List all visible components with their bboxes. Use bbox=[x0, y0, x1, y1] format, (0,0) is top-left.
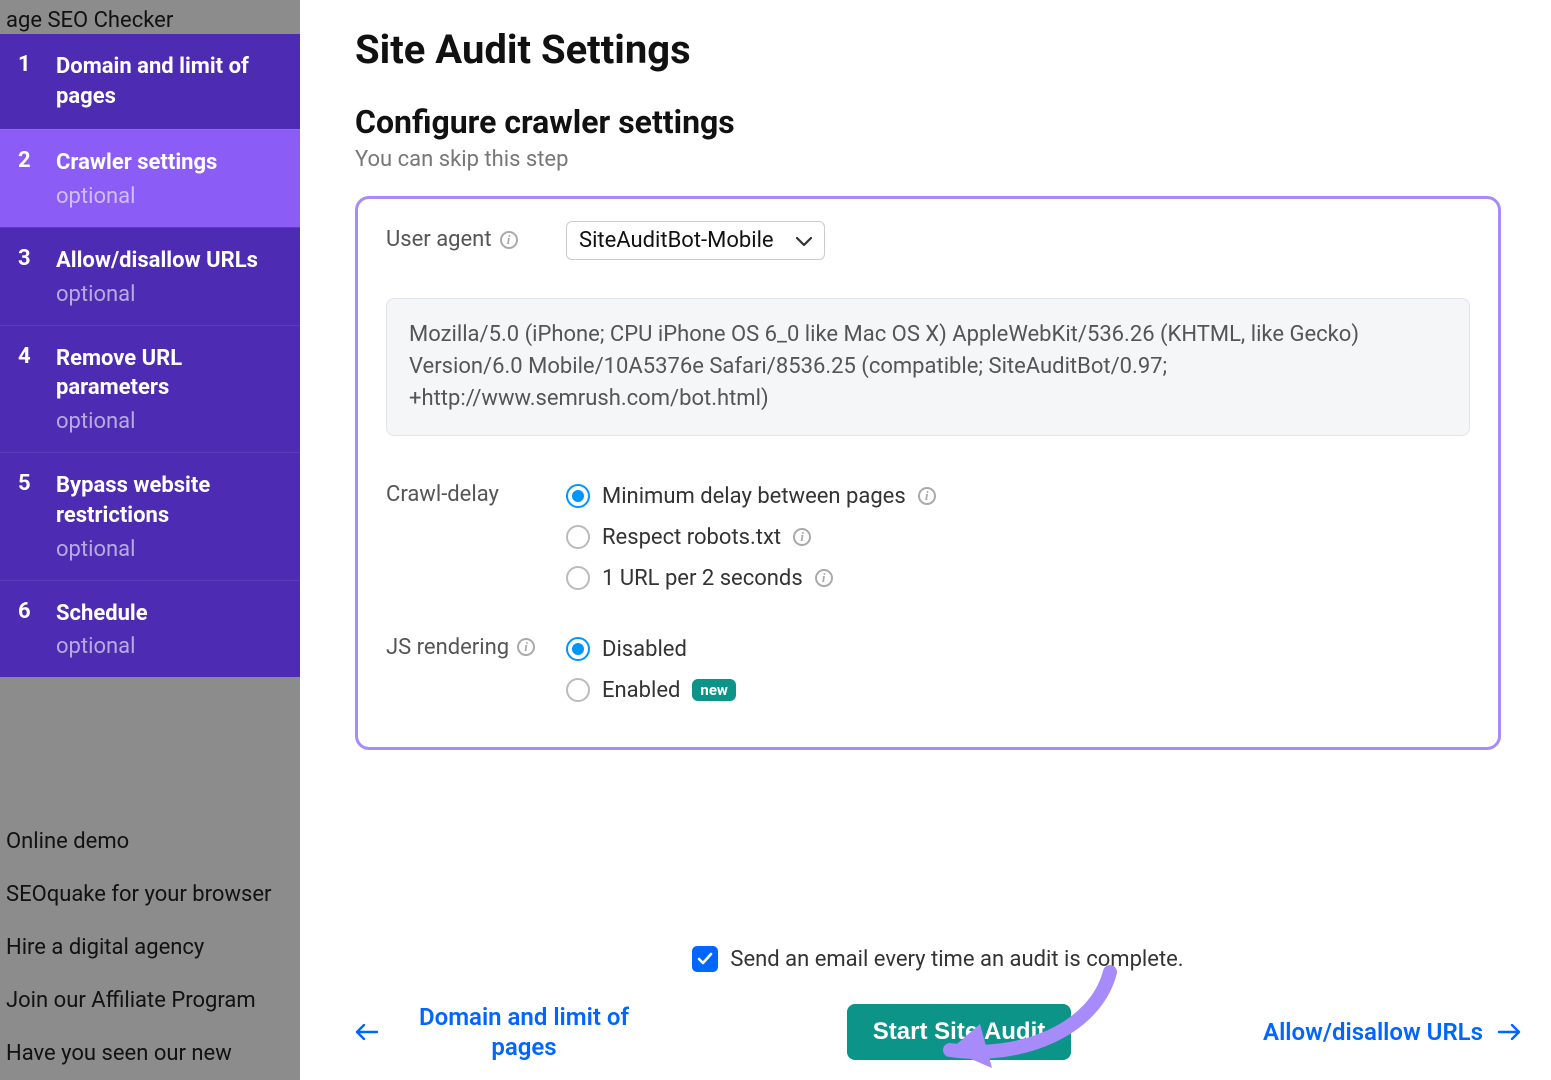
section-subtitle: You can skip this step bbox=[355, 147, 1531, 172]
radio-icon bbox=[566, 566, 590, 590]
radio-icon bbox=[566, 484, 590, 508]
step-title: Remove URL parameters bbox=[56, 344, 284, 403]
email-label: Send an email every time an audit is com… bbox=[730, 947, 1183, 972]
crawler-settings-card: User agent i SiteAuditBot-Mobile Mozilla… bbox=[355, 196, 1501, 750]
step-number: 6 bbox=[18, 599, 56, 660]
radio-icon bbox=[566, 525, 590, 549]
crawl-delay-option-minimum[interactable]: Minimum delay between pages i bbox=[566, 476, 1470, 517]
chevron-down-icon bbox=[796, 228, 812, 253]
step-title: Schedule bbox=[56, 599, 284, 629]
radio-label: 1 URL per 2 seconds bbox=[602, 566, 803, 591]
step-remove-url-params[interactable]: 4 Remove URL parameters optional bbox=[0, 325, 300, 452]
next-label: Allow/disallow URLs bbox=[1263, 1017, 1483, 1047]
main-panel: Site Audit Settings Configure crawler se… bbox=[300, 0, 1551, 1080]
arrow-left-icon bbox=[355, 1018, 379, 1046]
step-title: Bypass website restrictions bbox=[56, 471, 284, 530]
radio-label: Disabled bbox=[602, 637, 687, 662]
crawl-delay-option-1per2s[interactable]: 1 URL per 2 seconds i bbox=[566, 558, 1470, 599]
step-crawler-settings[interactable]: 2 Crawler settings optional bbox=[0, 129, 300, 227]
radio-icon bbox=[566, 678, 590, 702]
select-value: SiteAuditBot-Mobile bbox=[579, 228, 774, 253]
user-agent-select[interactable]: SiteAuditBot-Mobile bbox=[566, 221, 825, 260]
user-agent-string: Mozilla/5.0 (iPhone; CPU iPhone OS 6_0 l… bbox=[386, 298, 1470, 436]
info-icon[interactable]: i bbox=[793, 528, 811, 546]
wizard-steps: 1 Domain and limit of pages 2 Crawler se… bbox=[0, 34, 300, 677]
js-rendering-label: JS rendering i bbox=[386, 629, 566, 660]
crawl-delay-option-robots[interactable]: Respect robots.txt i bbox=[566, 517, 1470, 558]
radio-label: Enabled bbox=[602, 678, 680, 703]
step-title: Crawler settings bbox=[56, 148, 284, 178]
info-icon[interactable]: i bbox=[815, 569, 833, 587]
js-rendering-option-disabled[interactable]: Disabled bbox=[566, 629, 1470, 670]
section-title: Configure crawler settings bbox=[355, 103, 1531, 141]
step-number: 1 bbox=[18, 52, 56, 111]
start-site-audit-button[interactable]: Start Site Audit bbox=[847, 1004, 1071, 1060]
step-optional: optional bbox=[56, 634, 284, 659]
step-number: 3 bbox=[18, 246, 56, 307]
step-title: Domain and limit of pages bbox=[56, 52, 284, 111]
radio-label: Minimum delay between pages bbox=[602, 484, 906, 509]
step-number: 5 bbox=[18, 471, 56, 561]
step-domain-limit[interactable]: 1 Domain and limit of pages bbox=[0, 34, 300, 129]
step-bypass-restrictions[interactable]: 5 Bypass website restrictions optional bbox=[0, 452, 300, 579]
step-optional: optional bbox=[56, 409, 284, 434]
info-icon[interactable]: i bbox=[500, 231, 518, 249]
checkbox-icon bbox=[692, 946, 718, 972]
js-rendering-option-enabled[interactable]: Enabled new bbox=[566, 670, 1470, 711]
step-number: 4 bbox=[18, 344, 56, 434]
prev-label: Domain and limit of pages bbox=[393, 1002, 655, 1062]
page-title: Site Audit Settings bbox=[355, 26, 1531, 73]
new-badge: new bbox=[692, 679, 736, 701]
step-number: 2 bbox=[18, 148, 56, 209]
label-text: JS rendering bbox=[386, 635, 509, 660]
wizard-footer: Send an email every time an audit is com… bbox=[355, 946, 1521, 1062]
step-optional: optional bbox=[56, 184, 284, 209]
label-text: Crawl-delay bbox=[386, 482, 499, 507]
crawl-delay-label: Crawl-delay bbox=[386, 476, 566, 507]
step-optional: optional bbox=[56, 282, 284, 307]
info-icon[interactable]: i bbox=[918, 487, 936, 505]
label-text: User agent bbox=[386, 227, 492, 252]
arrow-right-icon bbox=[1497, 1018, 1521, 1046]
info-icon[interactable]: i bbox=[517, 638, 535, 656]
step-allow-disallow[interactable]: 3 Allow/disallow URLs optional bbox=[0, 227, 300, 325]
radio-icon bbox=[566, 637, 590, 661]
prev-step-link[interactable]: Domain and limit of pages bbox=[355, 1002, 655, 1062]
radio-label: Respect robots.txt bbox=[602, 525, 781, 550]
email-notify-row[interactable]: Send an email every time an audit is com… bbox=[355, 946, 1521, 972]
step-optional: optional bbox=[56, 537, 284, 562]
step-schedule[interactable]: 6 Schedule optional bbox=[0, 580, 300, 678]
next-step-link[interactable]: Allow/disallow URLs bbox=[1263, 1017, 1521, 1047]
user-agent-label: User agent i bbox=[386, 221, 566, 252]
step-title: Allow/disallow URLs bbox=[56, 246, 284, 276]
